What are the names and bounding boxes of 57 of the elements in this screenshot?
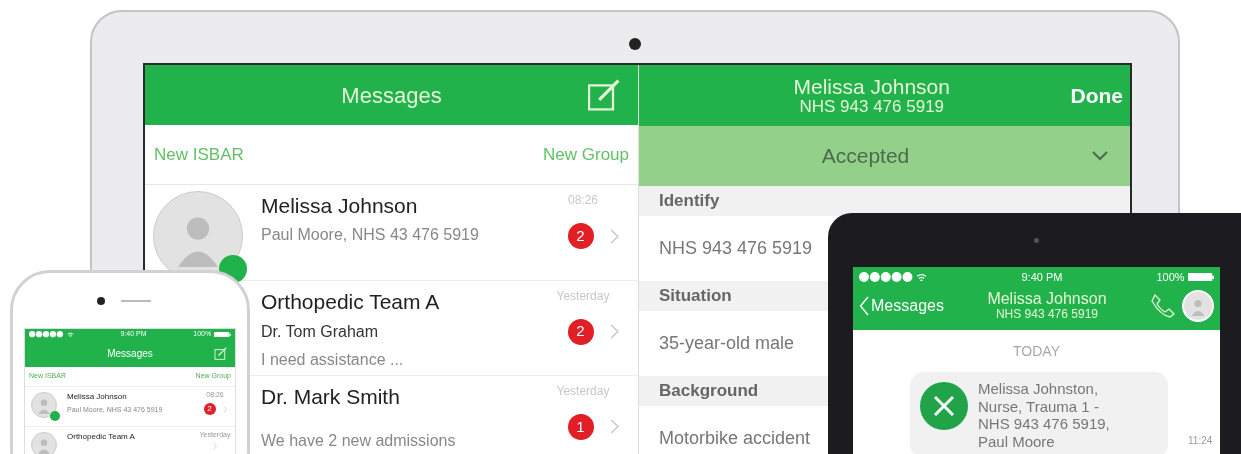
unread-count: 2 [203, 403, 216, 415]
section-value: NHS 943 476 5919 [659, 236, 813, 260]
message-preview: We have 2 new admissions [261, 431, 457, 451]
section-value: 35-year-old male [659, 331, 795, 355]
header-title: Messages [341, 81, 442, 110]
unread-count: 1 [567, 413, 594, 440]
status-dropdown[interactable]: Accepted [639, 126, 1130, 186]
camera-icon [1034, 238, 1039, 243]
contact-name: Melissa Johnson [67, 390, 128, 403]
signal-icon [859, 272, 914, 282]
unread-count: 2 [567, 223, 594, 250]
section-heading: Situation [659, 284, 732, 307]
battery-percent: 100% [1156, 269, 1185, 285]
section-value: Motorbike accident [659, 426, 811, 450]
header-title: Melissa Johnson [792, 75, 951, 98]
wifi-icon [916, 272, 928, 282]
status-label: Accepted [820, 143, 911, 170]
camera-icon [629, 38, 641, 50]
message-preview: I need assistance ... [261, 349, 405, 370]
chevron-icon[interactable] [609, 419, 619, 435]
section-heading: Identify [659, 189, 720, 212]
signal-icon [29, 331, 64, 338]
back-chevron-icon [859, 296, 869, 316]
status-time: 9:40 PM [1021, 269, 1063, 285]
avatar-circle[interactable] [1182, 290, 1214, 322]
wifi-icon [66, 331, 74, 338]
chevron-icon[interactable] [222, 405, 227, 413]
phone-icon[interactable] [1150, 293, 1176, 319]
battery-icon [1187, 272, 1214, 282]
compose-icon[interactable] [588, 79, 620, 112]
contact-name[interactable]: Orthopedic Team A [261, 288, 548, 314]
chevron-icon[interactable] [213, 443, 217, 450]
camera-icon [97, 297, 105, 305]
header-subtitle: NHS 943 476 5919 [798, 97, 946, 116]
message-time: 11:24 [1188, 434, 1213, 448]
contact-name[interactable]: Melissa Johnson [261, 193, 548, 219]
compose-icon[interactable] [214, 346, 227, 360]
action-link[interactable]: New ISBAR [154, 142, 244, 168]
header-title: Messages [107, 346, 153, 361]
unread-count: 2 [567, 318, 594, 345]
chevron-icon[interactable] [609, 324, 619, 340]
chevron-icon[interactable] [609, 228, 619, 244]
contact-name: Orthopedic Team A [67, 430, 136, 443]
x-circle-icon [920, 382, 968, 430]
message-text: Melissa Johnston, Nurse, Trauma 1 - NHS 943 476 5919, Paul Moore [978, 380, 1111, 451]
date-divider: TODAY [1012, 342, 1061, 361]
done-button[interactable]: Done [1064, 78, 1130, 113]
back-button[interactable]: Messages [859, 294, 944, 318]
sender-name: Dr. Tom Graham [261, 321, 380, 342]
chevron-down-icon[interactable] [1092, 151, 1108, 162]
battery-icon [214, 331, 231, 338]
action-link[interactable]: New Group [543, 142, 629, 168]
header-subtitle: NHS 943 476 5919 [994, 308, 1099, 321]
message-preview: Paul Moore, NHS 43 476 5919 [261, 224, 480, 245]
contact-name[interactable]: Dr. Mark Smith [261, 383, 548, 409]
section-heading: Background [659, 380, 759, 403]
header-title: Melissa Johnson [986, 291, 1108, 309]
